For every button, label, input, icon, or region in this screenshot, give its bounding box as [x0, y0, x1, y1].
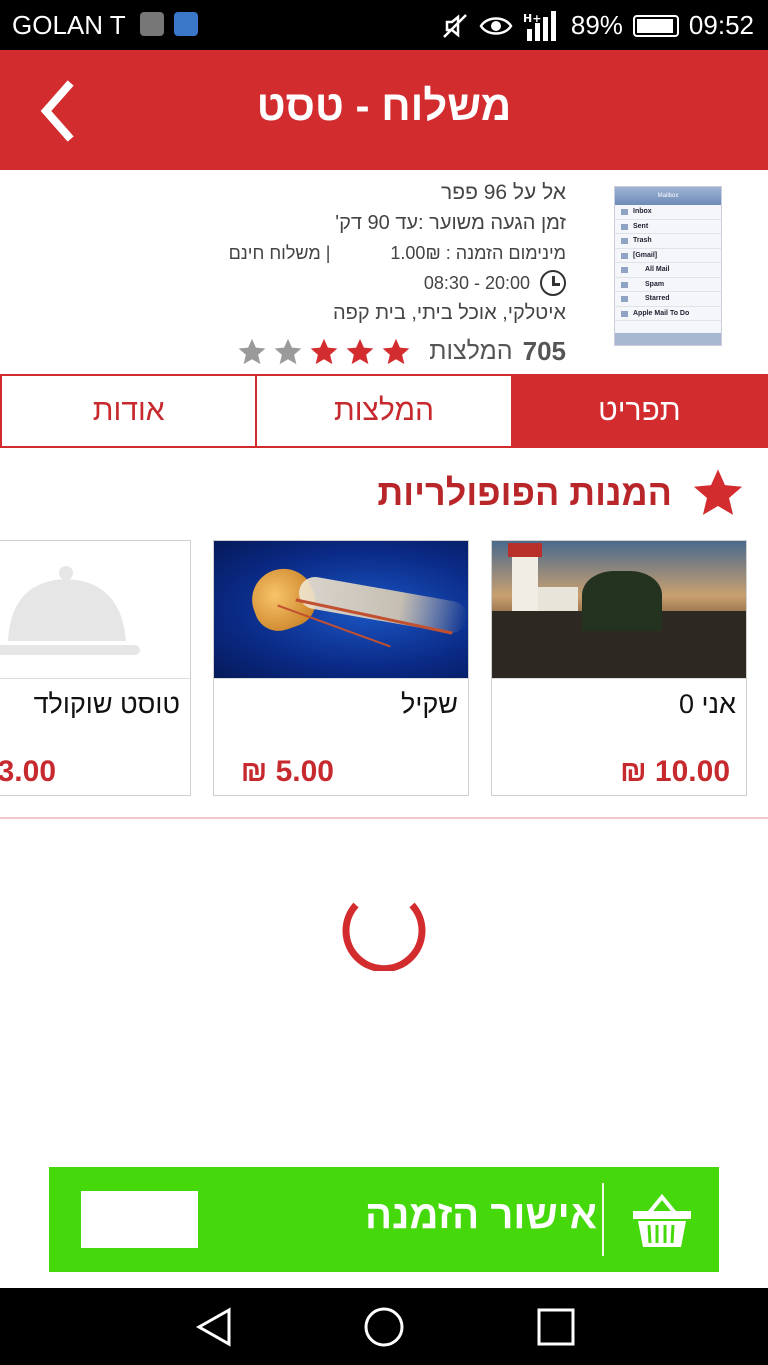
battery-percent: 89% [570, 10, 623, 40]
item-price: ₪ 5.00 [240, 755, 334, 788]
popular-section-header: המנות הפופולריות [377, 466, 746, 520]
order-confirm-label: אישור הזמנה [365, 1193, 597, 1237]
restaurant-categories: איטלקי, אוכל ביתי, בית קפה [332, 302, 566, 324]
back-nav-icon[interactable] [193, 1306, 235, 1348]
min-order: מינימום הזמנה : 1.00₪ [390, 243, 566, 263]
opening-hours: 08:30 - 20:00 [423, 273, 530, 293]
tab-about[interactable]: אודות [2, 376, 256, 446]
page-title: משלוח - טסט [256, 82, 512, 129]
thumbnail-row: Trash [615, 234, 721, 249]
signal-icon: H+ [523, 10, 556, 41]
loading-spinner-icon [342, 902, 426, 971]
item-price: ₪ 33.00 [0, 755, 56, 788]
restaurant-thumbnail: Mailbox Inbox Sent Trash [Gmail] All Mai… [614, 186, 722, 346]
section-divider [0, 817, 768, 819]
image-icon [140, 12, 164, 36]
item-price: ₪ 10.00 [620, 755, 730, 788]
recents-nav-icon[interactable] [535, 1306, 577, 1348]
star-empty-icon [274, 338, 302, 364]
popular-item-card[interactable]: טוסט שוקולד ₪ 33.00 [0, 540, 191, 796]
clock-icon [540, 270, 566, 296]
star-filled-icon [346, 338, 374, 364]
clock-time: 09:52 [688, 10, 754, 40]
lighthouse-photo [492, 541, 746, 679]
carrier-name: GOLAN T [12, 10, 126, 40]
rating-stars [237, 337, 411, 367]
tab-menu[interactable]: תפריט [510, 376, 766, 446]
item-name: טוסט שוקולד [33, 689, 180, 719]
wifi-icon [174, 12, 198, 36]
thumbnail-row: Spam [615, 278, 721, 292]
cloche-placeholder-icon [0, 541, 190, 679]
thumbnail-bar-title: Mailbox [615, 187, 721, 205]
star-empty-icon [238, 338, 266, 364]
eye-icon [479, 16, 513, 35]
recommend-label: המלצות [429, 337, 513, 365]
popular-section-title: המנות הפופולריות [377, 472, 672, 513]
item-name: אני 0 [678, 689, 736, 719]
thumbnail-row: Apple Mail To Do [615, 307, 721, 321]
battery-icon [632, 14, 679, 37]
star-filled-icon [382, 338, 410, 364]
popular-item-card[interactable]: שקיל ₪ 5.00 [213, 540, 469, 796]
mute-icon [442, 13, 467, 38]
thumbnail-row: Starred [615, 292, 721, 307]
system-nav-bar [0, 1288, 768, 1365]
popular-item-card[interactable]: אני 0 ₪ 10.00 [491, 540, 747, 796]
star-filled-icon [310, 338, 338, 364]
popular-items-carousel[interactable]: אני 0 ₪ 10.00 שקיל ₪ 5.00 טוסט שוקולד ₪ … [0, 540, 768, 798]
rating-row[interactable]: 705 המלצות [6, 336, 566, 367]
basket-icon [633, 1193, 691, 1247]
item-name: שקיל [401, 689, 458, 719]
tab-bar: תפריט המלצות אודות [0, 374, 768, 448]
restaurant-info: Mailbox Inbox Sent Trash [Gmail] All Mai… [0, 170, 768, 375]
recommend-count: 705 [522, 336, 566, 366]
thumbnail-row: All Mail [615, 263, 721, 278]
home-nav-icon[interactable] [363, 1306, 405, 1348]
tab-recommendations[interactable]: המלצות [255, 376, 511, 446]
restaurant-address: אל על 96 פפר [441, 181, 566, 204]
app-header: משלוח - טסט [0, 50, 768, 170]
order-total-field [81, 1191, 198, 1248]
free-delivery: | משלוח חינם [228, 243, 331, 263]
thumbnail-row: [Gmail] [615, 249, 721, 263]
order-bar-separator [602, 1183, 604, 1256]
thumbnail-row: Inbox [615, 205, 721, 220]
order-confirm-button[interactable]: אישור הזמנה [49, 1167, 719, 1272]
star-icon [693, 469, 743, 515]
status-bar: GOLAN T H+ 89% 09:52 [0, 0, 768, 50]
delivery-time: זמן הגעה משוער :עד 90 דק' [335, 212, 566, 234]
jellyfish-photo [214, 541, 468, 679]
thumbnail-row: Sent [615, 220, 721, 234]
